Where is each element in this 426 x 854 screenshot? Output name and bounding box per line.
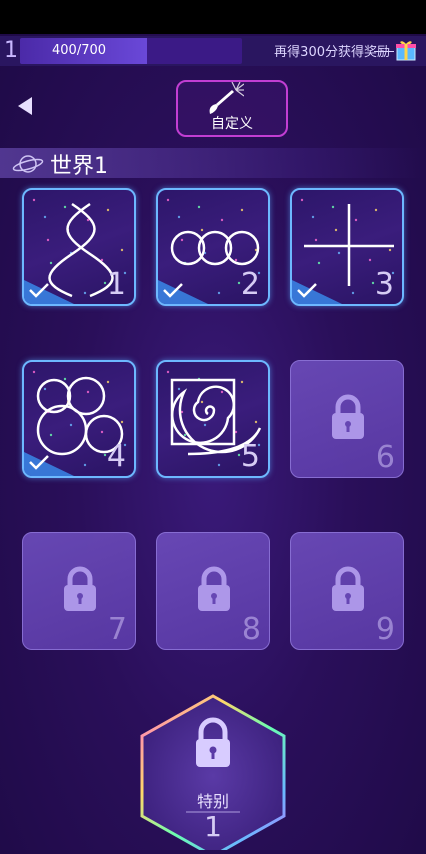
score-progress-bar: 400/700 <box>20 38 242 64</box>
level-card-3[interactable]: 3 <box>290 188 404 306</box>
custom-button[interactable]: 自定义 <box>176 80 288 137</box>
level-number: 3 <box>374 267 394 302</box>
level-card-8[interactable]: 8 <box>156 532 270 650</box>
special-level-label: 特别 <box>196 792 229 811</box>
level-card-5[interactable]: 5 <box>156 360 270 478</box>
special-level-number: 1 <box>204 810 222 843</box>
planet-icon <box>12 155 44 173</box>
level-number: 8 <box>241 612 261 647</box>
level-card-1[interactable]: 1 <box>22 188 136 306</box>
reward-hint-text: 再得300分获得奖励 <box>274 45 390 60</box>
world-banner: 世界1 <box>0 148 426 179</box>
score-progress-text: 400/700 <box>52 43 107 58</box>
player-level: 1 <box>4 38 18 63</box>
level-card-6[interactable]: 6 <box>290 360 404 478</box>
lock-icon <box>332 394 364 439</box>
level-card-4[interactable]: 4 <box>22 360 136 478</box>
gift-box-icon[interactable] <box>394 38 418 62</box>
lock-icon <box>64 566 96 611</box>
reward-connector-line <box>374 51 394 52</box>
checkmark-icon <box>24 280 74 304</box>
level-number: 1 <box>106 267 126 302</box>
lock-icon <box>332 566 364 611</box>
level-number: 6 <box>375 440 395 475</box>
level-number: 5 <box>240 439 260 474</box>
level-card-2[interactable]: 2 <box>156 188 270 306</box>
level-card-9[interactable]: 9 <box>290 532 404 650</box>
custom-button-label: 自定义 <box>211 116 253 132</box>
level-card-7[interactable]: 7 <box>22 532 136 650</box>
level-number: 9 <box>375 612 395 647</box>
special-level-button[interactable]: 特别 1 <box>138 692 288 854</box>
checkmark-icon <box>292 280 342 304</box>
world-title: 世界1 <box>50 154 108 179</box>
system-status-bar <box>0 0 426 34</box>
level-number: 2 <box>240 267 260 302</box>
checkmark-icon <box>158 280 208 304</box>
lock-icon <box>198 566 230 611</box>
level-number: 4 <box>106 439 126 474</box>
progress-header: 1 400/700 再得300分获得奖励 <box>0 36 426 66</box>
level-number: 7 <box>107 612 127 647</box>
back-arrow-icon[interactable] <box>14 94 38 118</box>
checkmark-icon <box>24 452 74 476</box>
